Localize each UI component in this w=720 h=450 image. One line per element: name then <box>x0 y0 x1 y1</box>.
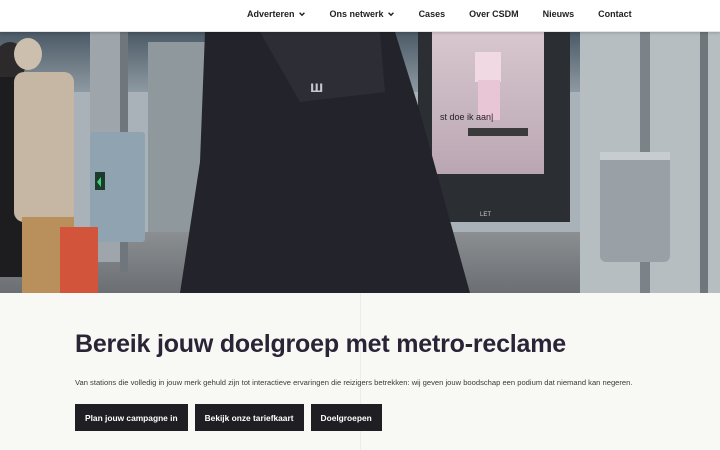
nav-item-label: Nieuws <box>542 9 575 19</box>
nav-item-over-csdm[interactable]: Over CSDM <box>469 9 519 19</box>
ad-screen-text: st doe ik aan| <box>440 112 493 122</box>
nav-item-nieuws[interactable]: Nieuws <box>543 9 575 19</box>
page-title: Bereik jouw doelgroep met metro-reclame <box>75 330 566 358</box>
chevron-down-icon <box>298 12 305 17</box>
view-rate-card-button[interactable]: Bekijk onze tariefkaart <box>194 404 304 431</box>
hoodie-print: ш <box>310 79 323 96</box>
chevron-down-icon <box>387 12 394 17</box>
target-groups-button[interactable]: Doelgroepen <box>310 404 382 431</box>
nav-item-label: Cases <box>418 9 446 19</box>
main-nav: Adverteren Ons netwerk Cases Over CSDM N… <box>247 9 632 19</box>
nav-item-cases[interactable]: Cases <box>419 9 446 19</box>
hero-image: st doe ik aan| LET ш <box>0 32 720 293</box>
nav-item-ons-netwerk[interactable]: Ons netwerk <box>330 9 395 19</box>
nav-item-label: Ons netwerk <box>329 9 384 19</box>
nav-item-label: Adverteren <box>247 9 295 19</box>
metro-station-illustration: st doe ik aan| LET ш <box>0 32 720 293</box>
nav-item-adverteren[interactable]: Adverteren <box>247 9 306 19</box>
nav-item-label: Over CSDM <box>469 9 519 19</box>
cta-buttons: Plan jouw campagne in Bekijk onze tarief… <box>75 404 695 431</box>
top-navigation-bar: Adverteren Ons netwerk Cases Over CSDM N… <box>0 0 720 32</box>
nav-item-label: Contact <box>598 9 632 19</box>
hero-content: Bereik jouw doelgroep met metro-reclame … <box>75 330 695 431</box>
plan-campaign-button[interactable]: Plan jouw campagne in <box>75 404 188 431</box>
intro-text: Van stations die volledig in jouw merk g… <box>75 378 633 387</box>
nav-item-contact[interactable]: Contact <box>598 9 632 19</box>
ad-screen-brand: LET <box>480 212 491 218</box>
